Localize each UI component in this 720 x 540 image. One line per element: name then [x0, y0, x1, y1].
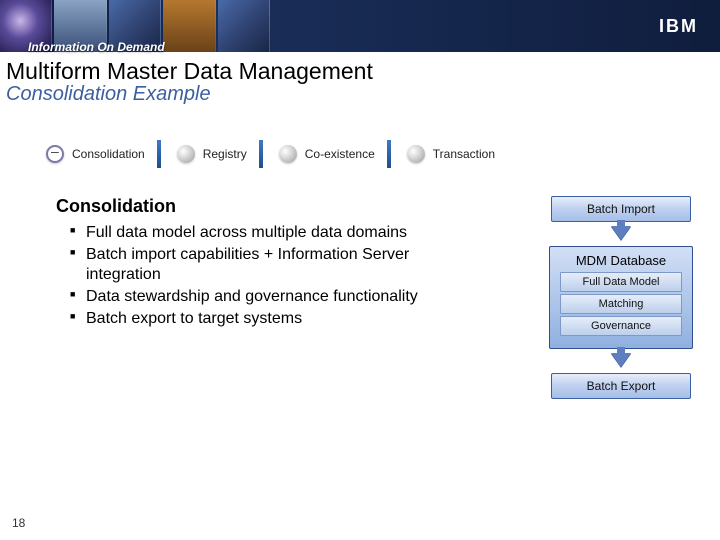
slide-header: Information On Demand IBM: [0, 0, 720, 52]
mode-separator: [387, 140, 391, 168]
flow-db-item: Matching: [560, 294, 682, 314]
mode-icon: [279, 145, 297, 163]
mode-label: Co-existence: [305, 147, 375, 161]
arrow-down-icon: [611, 353, 631, 367]
flow-db-title: MDM Database: [554, 253, 688, 268]
bullet-item: Batch export to target systems: [56, 309, 436, 329]
mode-separator: [157, 140, 161, 168]
slide-subtitle: Consolidation Example: [6, 83, 720, 106]
content-row: Consolidation Full data model across mul…: [0, 196, 720, 399]
flow-column: Batch Import MDM Database Full Data Mode…: [546, 196, 696, 399]
mode-coexistence: Co-existence: [279, 145, 375, 163]
mode-label: Registry: [203, 147, 247, 161]
mode-icon: [46, 145, 64, 163]
flow-db-item: Governance: [560, 316, 682, 336]
bullet-item: Full data model across multiple data dom…: [56, 223, 436, 243]
mode-icon: [407, 145, 425, 163]
ibm-logo: IBM: [659, 16, 698, 37]
mode-label: Transaction: [433, 147, 495, 161]
arrow-down-icon: [611, 226, 631, 240]
page-number: 18: [12, 516, 25, 530]
iod-badge: Information On Demand: [28, 40, 165, 54]
mode-label: Consolidation: [72, 147, 145, 161]
mode-registry: Registry: [177, 145, 247, 163]
flow-batch-import: Batch Import: [551, 196, 691, 222]
mode-tabs: Consolidation Registry Co-existence Tran…: [46, 140, 720, 168]
bullets-block: Consolidation Full data model across mul…: [56, 196, 436, 399]
bullets-title: Consolidation: [56, 196, 436, 217]
mode-icon: [177, 145, 195, 163]
slide-title: Multiform Master Data Management: [6, 58, 720, 85]
bullet-item: Batch import capabilities + Information …: [56, 245, 436, 285]
bullet-item: Data stewardship and governance function…: [56, 287, 436, 307]
flow-mdm-database: MDM Database Full Data Model Matching Go…: [549, 246, 693, 349]
title-block: Multiform Master Data Management Consoli…: [0, 52, 720, 106]
mode-separator: [259, 140, 263, 168]
mode-transaction: Transaction: [407, 145, 495, 163]
bullets-list: Full data model across multiple data dom…: [56, 223, 436, 329]
mode-consolidation: Consolidation: [46, 145, 145, 163]
flow-batch-export: Batch Export: [551, 373, 691, 399]
flow-db-item: Full Data Model: [560, 272, 682, 292]
